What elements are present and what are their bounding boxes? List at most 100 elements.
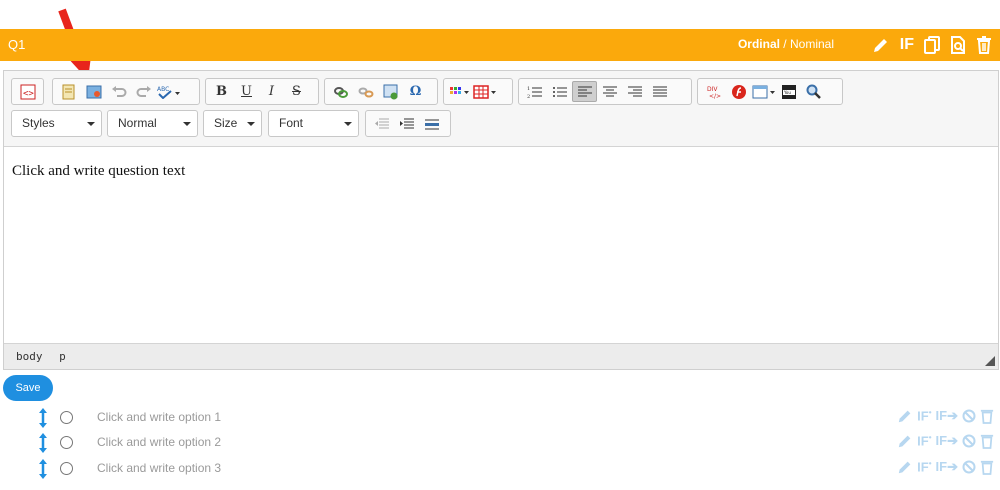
italic-button[interactable]: I	[259, 81, 284, 102]
svg-text:2: 2	[527, 94, 530, 99]
question-editor-page: Q1 Ordinal / Nominal IF <> ABC B U I S Ω…	[0, 0, 1000, 490]
option-label[interactable]: Click and write option 3	[97, 461, 221, 475]
logic-if-label: IF	[917, 459, 929, 475]
size-dropdown-label: Size	[214, 116, 238, 130]
styles-dropdown[interactable]: Styles	[11, 110, 102, 137]
bold-button[interactable]: B	[209, 81, 234, 102]
div-icon[interactable]: DIV </>	[701, 81, 726, 102]
rich-text-editor: <> ABC B U I S Ω 1 2 DIV </> You Styles …	[3, 70, 999, 370]
option-actions: IF• IF➔	[897, 459, 994, 475]
question-type-secondary: Nominal	[789, 37, 834, 51]
align-left-icon[interactable]	[572, 81, 597, 102]
bullet-list-icon[interactable]	[547, 81, 572, 102]
resize-handle-icon[interactable]	[985, 356, 995, 366]
svg-text:</>: </>	[709, 93, 721, 100]
delete-icon[interactable]	[980, 459, 994, 475]
toolbar-group-basicstyles: B U I S	[205, 78, 319, 105]
delete-icon[interactable]	[980, 408, 994, 424]
logic-if-to-label: IF	[935, 433, 948, 448]
copy-icon[interactable]	[924, 34, 940, 56]
element-path: body p	[16, 350, 76, 363]
question-type[interactable]: Ordinal / Nominal	[738, 37, 834, 51]
radio-button[interactable]	[60, 436, 73, 449]
outdent-icon[interactable]	[369, 113, 394, 134]
chevron-down-icon	[87, 122, 95, 126]
question-header-bar: Q1 Ordinal / Nominal IF	[0, 29, 1000, 61]
editor-content-area[interactable]: Click and write question text	[4, 147, 998, 343]
radio-button[interactable]	[60, 411, 73, 424]
option-label[interactable]: Click and write option 1	[97, 410, 221, 424]
editor-toolbar: <> ABC B U I S Ω 1 2 DIV </> You Styles …	[4, 71, 998, 147]
logic-if-label: IF	[917, 433, 929, 449]
text-color-icon[interactable]	[447, 81, 472, 102]
question-number: Q1	[8, 37, 26, 52]
styles-dropdown-label: Styles	[22, 116, 55, 130]
logic-if-to-label: IF	[935, 408, 948, 423]
toolbar-group-clipboard: ABC	[52, 78, 200, 105]
toolbar-group-source: <>	[11, 78, 44, 105]
option-actions: IF• IF➔	[897, 433, 994, 449]
link-icon[interactable]	[328, 81, 353, 102]
edit-icon[interactable]	[897, 433, 913, 449]
indent-icon[interactable]	[394, 113, 419, 134]
logic-if-label: IF	[917, 408, 929, 424]
blockquote-icon[interactable]	[419, 113, 444, 134]
underline-button[interactable]: U	[234, 81, 259, 102]
logic-if-to-button[interactable]: IF➔	[936, 408, 958, 424]
font-dropdown[interactable]: Font	[268, 110, 359, 137]
templates-icon[interactable]	[56, 81, 81, 102]
anchor-icon[interactable]	[378, 81, 403, 102]
option-label[interactable]: Click and write option 2	[97, 435, 221, 449]
drag-handle-icon[interactable]	[38, 459, 48, 479]
editor-status-bar: body p	[4, 343, 998, 369]
source-icon[interactable]: <>	[15, 81, 40, 102]
drag-handle-icon[interactable]	[38, 408, 48, 428]
youtube-icon[interactable]: You	[776, 81, 801, 102]
logic-if-to-button[interactable]: IF➔	[936, 433, 958, 449]
svg-text:<>: <>	[23, 89, 34, 99]
toolbar-group-paragraph: 12	[518, 78, 692, 105]
edit-icon[interactable]	[897, 459, 913, 475]
redo-icon[interactable]	[131, 81, 156, 102]
strike-button[interactable]: S	[284, 81, 309, 102]
logic-if-to-button[interactable]: IF➔	[936, 459, 958, 475]
edit-icon[interactable]	[897, 408, 913, 424]
unlink-icon[interactable]	[353, 81, 378, 102]
logic-if-button[interactable]: IF	[900, 34, 914, 56]
option-row: Click and write option 3 IF• IF➔	[0, 457, 1000, 481]
iframe-icon[interactable]	[751, 81, 776, 102]
image-icon[interactable]	[81, 81, 106, 102]
numbered-list-icon[interactable]: 12	[522, 81, 547, 102]
logic-if-button[interactable]: IF•	[917, 433, 931, 448]
preview-icon[interactable]	[950, 34, 966, 56]
question-type-primary: Ordinal	[737, 37, 780, 51]
toolbar-group-links: Ω	[324, 78, 438, 105]
radio-button[interactable]	[60, 462, 73, 475]
table-icon[interactable]	[472, 81, 497, 102]
edit-icon[interactable]	[872, 34, 890, 56]
logic-if-button[interactable]: IF•	[917, 408, 931, 423]
save-button[interactable]: Save	[3, 375, 53, 401]
disable-icon[interactable]	[962, 409, 976, 423]
spellcheck-icon[interactable]: ABC	[156, 81, 181, 102]
size-dropdown[interactable]: Size	[203, 110, 262, 137]
align-right-icon[interactable]	[622, 81, 647, 102]
svg-text:ABC: ABC	[157, 86, 169, 93]
format-dropdown[interactable]: Normal	[107, 110, 198, 137]
logic-if-button[interactable]: IF•	[917, 459, 931, 474]
align-center-icon[interactable]	[597, 81, 622, 102]
justify-icon[interactable]	[647, 81, 672, 102]
undo-icon[interactable]	[106, 81, 131, 102]
path-item-body[interactable]: body	[16, 350, 43, 363]
delete-icon[interactable]	[976, 34, 992, 56]
drag-handle-icon[interactable]	[38, 433, 48, 453]
flash-icon[interactable]	[726, 81, 751, 102]
disable-icon[interactable]	[962, 434, 976, 448]
question-text[interactable]: Click and write question text	[12, 163, 185, 180]
path-item-p[interactable]: p	[59, 350, 66, 363]
option-actions: IF• IF➔	[897, 408, 994, 424]
delete-icon[interactable]	[980, 433, 994, 449]
special-char-button[interactable]: Ω	[403, 81, 428, 102]
find-icon[interactable]	[801, 81, 826, 102]
disable-icon[interactable]	[962, 460, 976, 474]
